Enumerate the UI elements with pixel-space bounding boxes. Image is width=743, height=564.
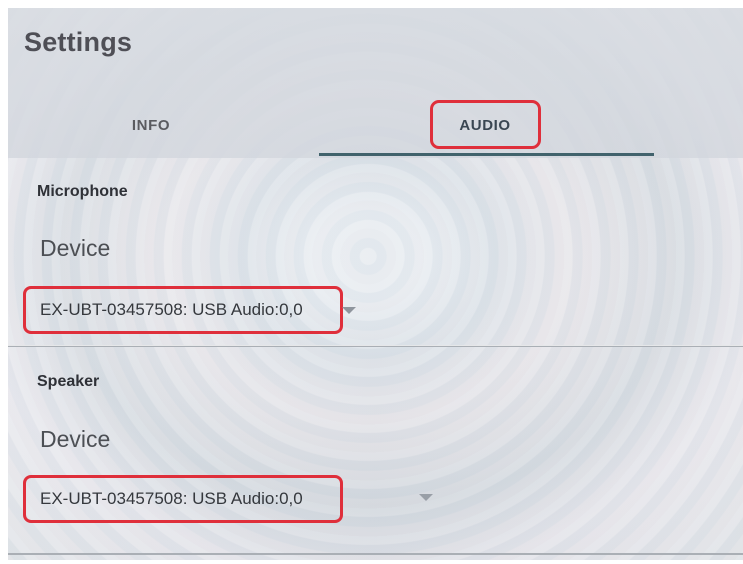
page-title: Settings [24,27,133,57]
tab-audio[interactable]: AUDIO [429,104,541,146]
speaker-device-select[interactable]: EX-UBT-03457508: USB Audio:0,0 [23,475,343,523]
active-tab-indicator [319,153,654,156]
speaker-device-value: EX-UBT-03457508: USB Audio:0,0 [40,489,303,508]
chevron-down-icon[interactable] [419,494,433,501]
tab-info[interactable]: INFO [60,104,242,146]
chevron-down-icon[interactable] [342,307,356,314]
settings-screen: Settings INFO AUDIO Microphone Device EX… [8,8,743,560]
microphone-device-label: Device [40,235,111,261]
speaker-device-label: Device [40,426,111,452]
microphone-device-value: EX-UBT-03457508: USB Audio:0,0 [40,300,303,319]
microphone-section-title: Microphone [37,183,128,200]
divider-highlight [8,345,743,346]
bottom-divider [8,553,743,555]
microphone-device-select[interactable]: EX-UBT-03457508: USB Audio:0,0 [23,286,343,334]
speaker-section-title: Speaker [37,373,100,390]
